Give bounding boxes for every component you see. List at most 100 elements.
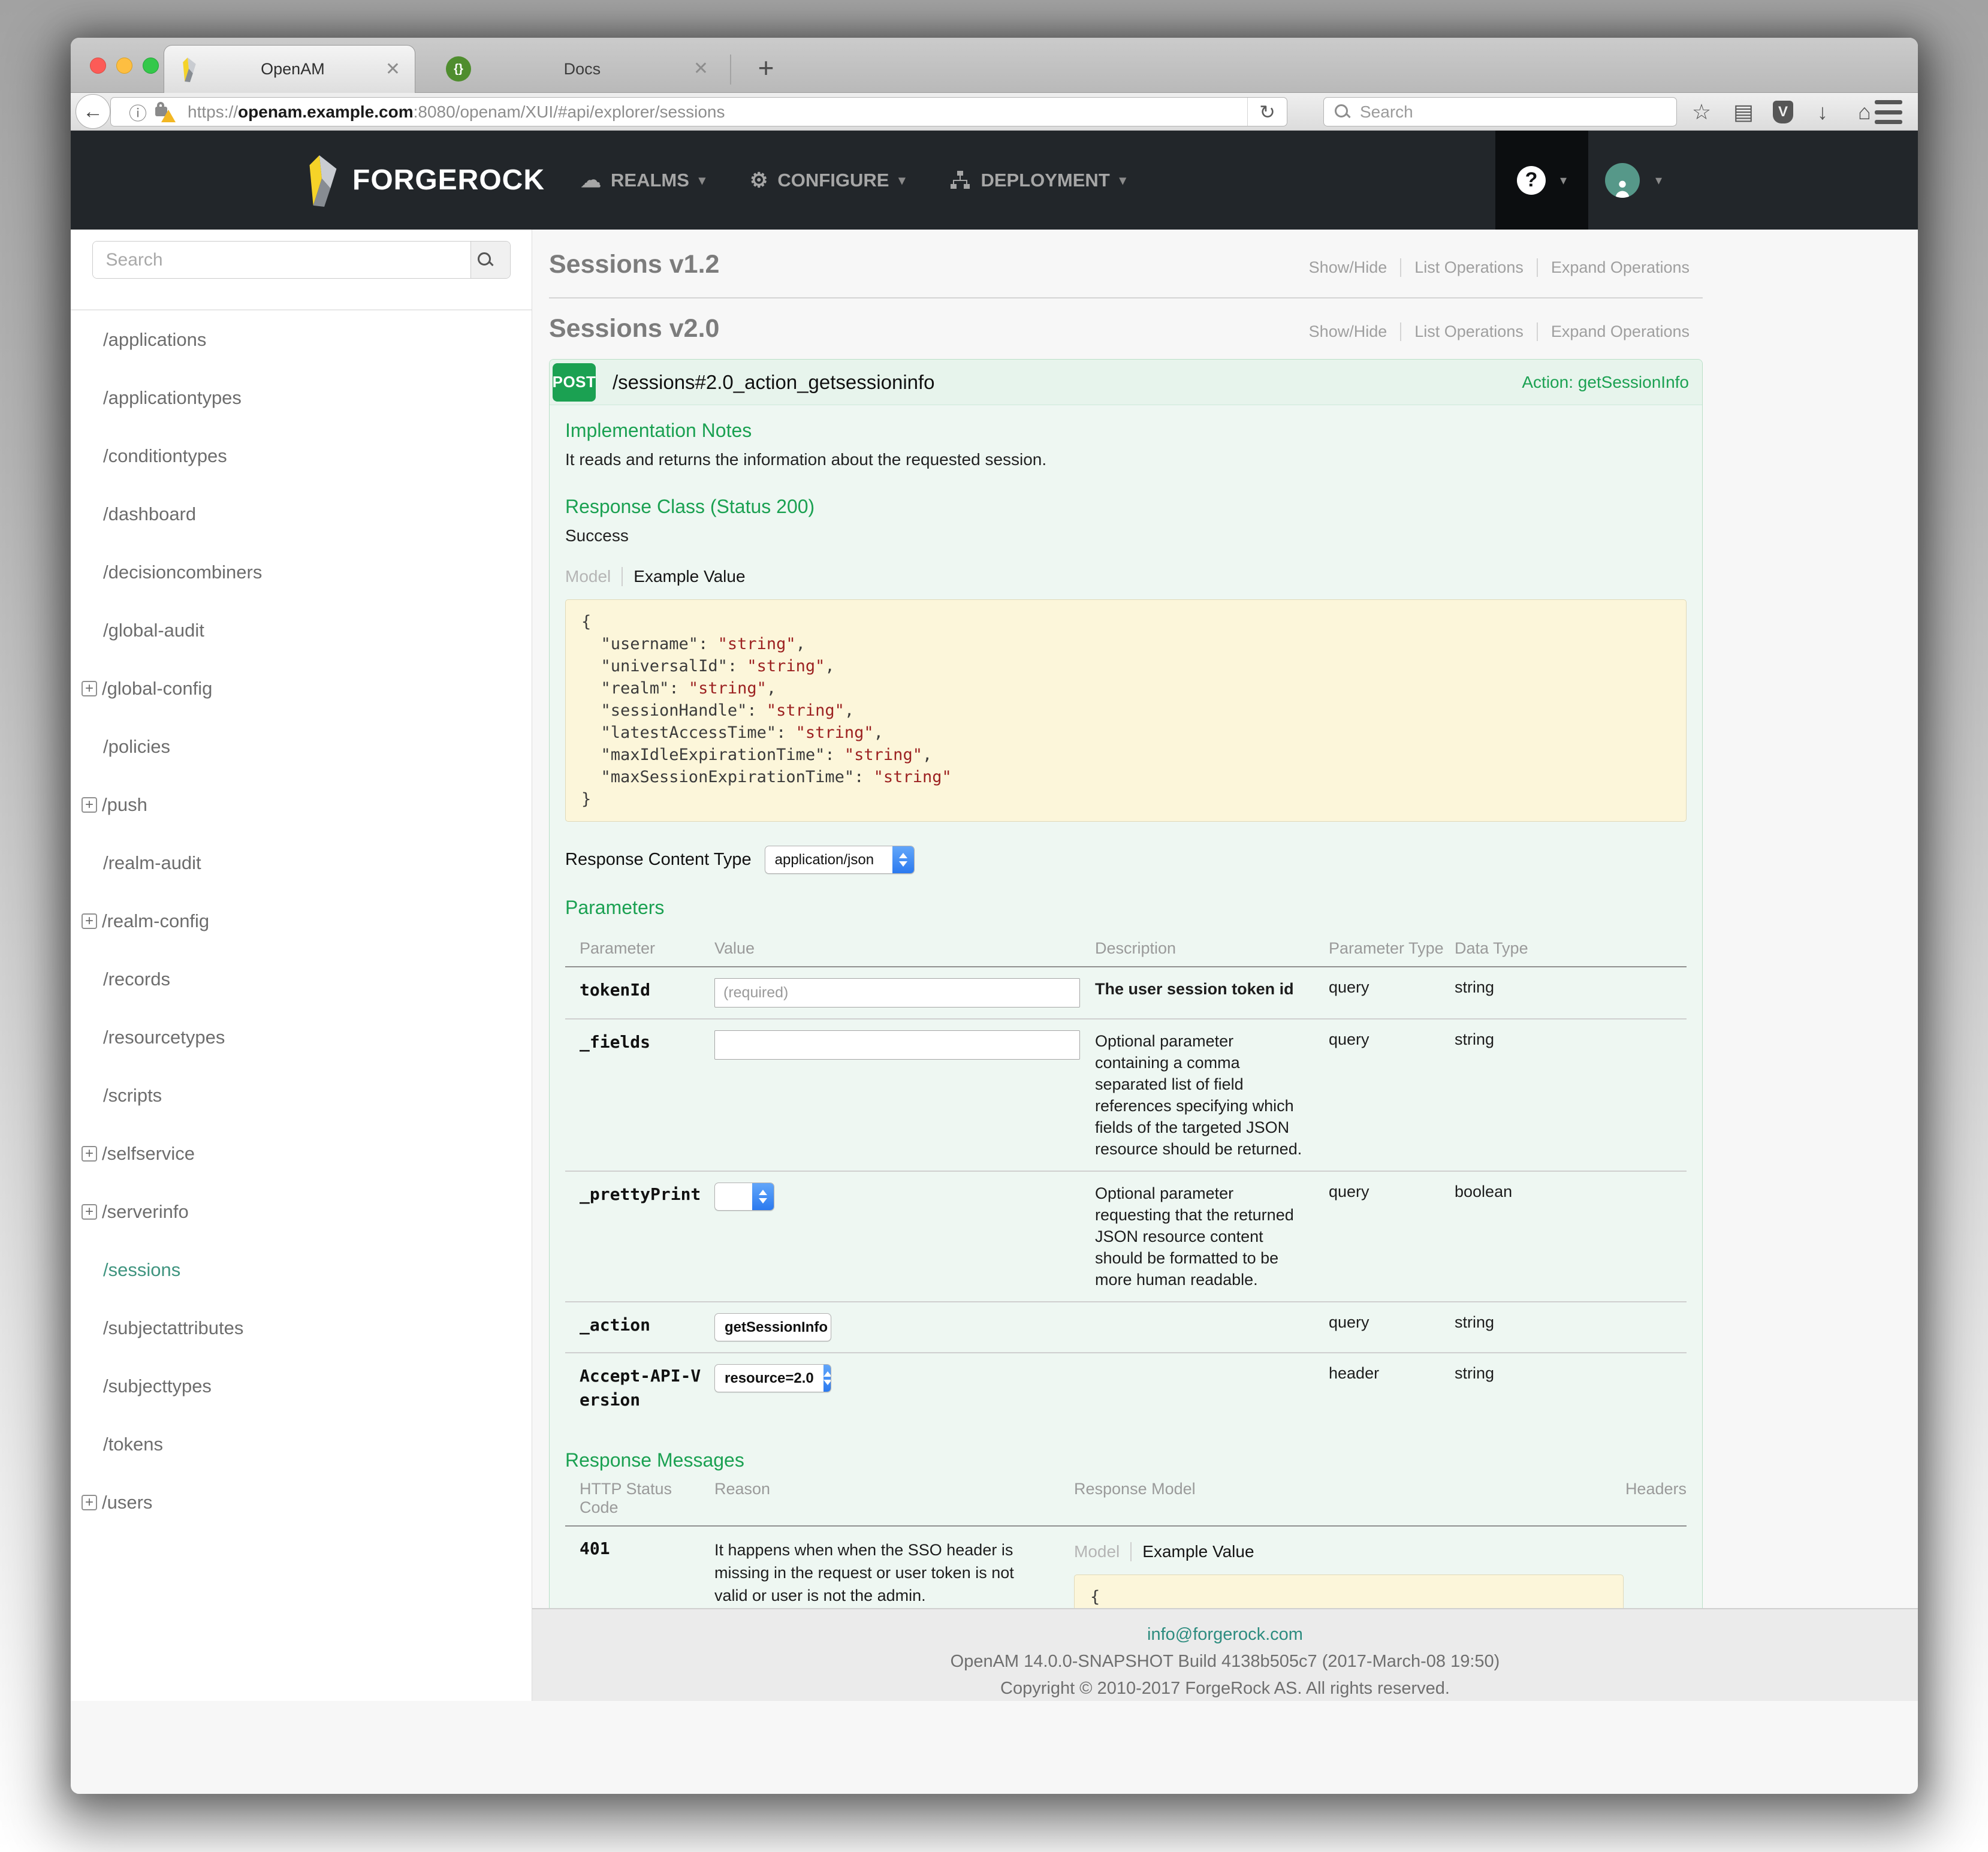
- browser-search-field[interactable]: Search: [1323, 97, 1677, 126]
- help-menu[interactable]: ? ▾: [1495, 131, 1588, 230]
- page-info-icon[interactable]: ⓘ: [129, 99, 147, 125]
- nav-configure[interactable]: ⚙ CONFIGURE ▾: [750, 168, 906, 192]
- sidebar-item-realm-audit[interactable]: /realm-audit: [71, 834, 532, 892]
- sidebar-item-records[interactable]: /records: [71, 950, 532, 1008]
- expand-icon[interactable]: +: [82, 797, 97, 813]
- help-icon: ?: [1517, 166, 1546, 195]
- home-icon[interactable]: ⌂: [1852, 99, 1877, 125]
- parameters-title: Parameters: [565, 897, 1687, 919]
- sidebar-item-label: /policies: [103, 736, 170, 758]
- sidebar-item-selfservice[interactable]: +/selfservice: [71, 1124, 532, 1183]
- chevron-down-icon: ▾: [699, 173, 705, 188]
- implementation-notes-title: Implementation Notes: [565, 420, 1687, 442]
- tab-docs[interactable]: {} Docs ✕: [430, 45, 724, 93]
- parameter-type: query: [1329, 978, 1455, 1008]
- operation-path[interactable]: /sessions#2.0_action_getsessioninfo: [613, 371, 935, 394]
- section-link-expand-operations[interactable]: Expand Operations: [1537, 258, 1703, 277]
- tab-model[interactable]: Model: [1074, 1542, 1132, 1561]
- search-icon: [478, 252, 493, 268]
- sidebar-item-serverinfo[interactable]: +/serverinfo: [71, 1183, 532, 1241]
- appbar-nav: ☁ REALMS ▾ ⚙ CONFIGURE ▾ DEPLOYMENT ▾: [581, 168, 1126, 192]
- code-line: "maxSessionExpirationTime": "string": [581, 766, 1670, 788]
- sidebar-search-input[interactable]: [93, 242, 470, 278]
- cloud-icon: ☁: [581, 168, 601, 192]
- sidebar-item-users[interactable]: +/users: [71, 1473, 532, 1531]
- nav-deployment-label: DEPLOYMENT: [981, 170, 1109, 191]
- reading-list-icon[interactable]: ▤: [1731, 99, 1756, 125]
- sidebar-item-push[interactable]: + /push: [71, 776, 532, 834]
- sidebar-item-policies[interactable]: /policies: [71, 717, 532, 776]
- sidebar-item-applications[interactable]: /applications: [71, 310, 532, 369]
- forgerock-logo[interactable]: FORGEROCK: [304, 153, 545, 208]
- sidebar-item-resourcetypes[interactable]: /resourcetypes: [71, 1008, 532, 1066]
- operation-panel: POST /sessions#2.0_action_getsessioninfo…: [549, 359, 1703, 1701]
- parameter-select[interactable]: [714, 1183, 774, 1211]
- sidebar-item-sessions[interactable]: /sessions: [71, 1241, 532, 1299]
- bookmark-star-icon[interactable]: ☆: [1689, 99, 1714, 125]
- expand-icon[interactable]: +: [82, 681, 97, 696]
- sidebar-item-dashboard[interactable]: /dashboard: [71, 485, 532, 543]
- section-link-list-operations[interactable]: List Operations: [1400, 322, 1537, 341]
- sidebar-item-tokens[interactable]: /tokens: [71, 1415, 532, 1473]
- sidebar-item-label: /realm-config: [102, 910, 209, 932]
- sidebar-item-realm-config[interactable]: + /realm-config: [71, 892, 532, 950]
- response-class-text: Success: [565, 526, 1687, 545]
- tab-openam[interactable]: OpenAM ✕: [164, 45, 415, 93]
- section-link-show-hide[interactable]: Show/Hide: [1296, 258, 1401, 277]
- sidebar-item-label: /push: [102, 794, 147, 816]
- operation-header[interactable]: POST /sessions#2.0_action_getsessioninfo…: [550, 360, 1702, 405]
- http-method-badge: POST: [553, 363, 596, 402]
- parameter-name: Accept-API-Version: [580, 1364, 714, 1412]
- parameter-select[interactable]: getSessionInfo: [714, 1313, 831, 1341]
- sidebar-item-global-audit[interactable]: /global-audit: [71, 601, 532, 659]
- sidebar-item-label: /subjectattributes: [103, 1317, 243, 1339]
- parameter-input[interactable]: [714, 1030, 1080, 1060]
- response-content-type-select[interactable]: application/json: [765, 846, 915, 874]
- new-tab-button[interactable]: +: [747, 49, 785, 87]
- sidebar-search-button[interactable]: [470, 242, 510, 278]
- minimize-window-button[interactable]: [116, 58, 132, 74]
- expand-icon[interactable]: +: [82, 1495, 97, 1510]
- sidebar-item-subjectattributes[interactable]: /subjectattributes: [71, 1299, 532, 1357]
- sidebar-item-scripts[interactable]: /scripts: [71, 1066, 532, 1124]
- sidebar-item-conditiontypes[interactable]: /conditiontypes: [71, 427, 532, 485]
- sidebar-item-applicationtypes[interactable]: /applicationtypes: [71, 369, 532, 427]
- back-button[interactable]: ←: [76, 94, 110, 129]
- parameter-input[interactable]: [714, 978, 1080, 1008]
- tab-close-icon[interactable]: ✕: [693, 60, 708, 78]
- nav-realms[interactable]: ☁ REALMS ▾: [581, 168, 705, 192]
- shield-icon[interactable]: V: [1773, 101, 1793, 123]
- response-messages-title: Response Messages: [565, 1449, 1687, 1471]
- sidebar-item-global-config[interactable]: +/global-config: [71, 659, 532, 717]
- column-header: Description: [1095, 939, 1329, 958]
- tab-close-icon[interactable]: ✕: [385, 61, 400, 79]
- tab-example-value[interactable]: Example Value: [623, 567, 745, 586]
- tab-model[interactable]: Model: [565, 567, 623, 586]
- code-line: "realm": "string",: [581, 677, 1670, 699]
- section-link-expand-operations[interactable]: Expand Operations: [1537, 322, 1703, 341]
- nav-deployment[interactable]: DEPLOYMENT ▾: [949, 170, 1126, 191]
- zoom-window-button[interactable]: [143, 58, 159, 74]
- parameter-select[interactable]: resource=2.0: [714, 1364, 831, 1392]
- sidebar-item-decisioncombiners[interactable]: /decisioncombiners: [71, 543, 532, 601]
- insecure-lock-icon[interactable]: [155, 102, 176, 122]
- section-link-show-hide[interactable]: Show/Hide: [1296, 322, 1401, 341]
- parameter-row-_action: _actiongetSessionInfoquerystring: [565, 1302, 1687, 1353]
- tab-example-value[interactable]: Example Value: [1132, 1542, 1254, 1561]
- url-bar[interactable]: ⓘ https://openam.example.com:8080/openam…: [110, 97, 1287, 126]
- expand-icon[interactable]: +: [82, 913, 97, 929]
- footer-email-link[interactable]: info@forgerock.com: [532, 1625, 1918, 1645]
- close-window-button[interactable]: [90, 58, 106, 74]
- sidebar-item-label: /dashboard: [103, 503, 196, 525]
- expand-icon[interactable]: +: [82, 1146, 97, 1162]
- download-icon[interactable]: ↓: [1810, 99, 1835, 125]
- menu-icon[interactable]: [1875, 100, 1902, 124]
- reload-button[interactable]: ↻: [1247, 98, 1287, 126]
- user-menu[interactable]: ▾: [1605, 131, 1662, 230]
- section-link-list-operations[interactable]: List Operations: [1400, 258, 1537, 277]
- section-title: Sessions v2.0: [549, 314, 719, 343]
- expand-icon[interactable]: +: [82, 1204, 97, 1220]
- sidebar-item-subjecttypes[interactable]: /subjecttypes: [71, 1357, 532, 1415]
- parameter-description: [1095, 1364, 1329, 1412]
- search-icon: [1335, 104, 1350, 120]
